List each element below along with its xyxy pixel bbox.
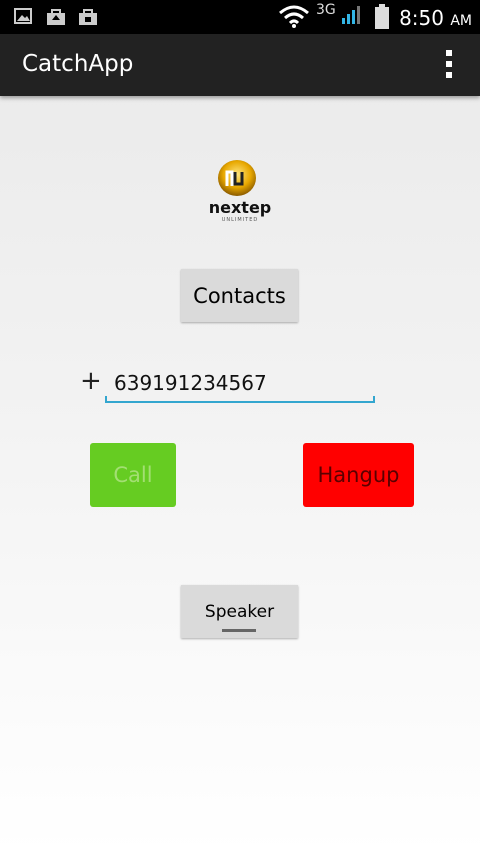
speaker-toggle-button[interactable]: Speaker xyxy=(181,585,298,638)
briefcase-icon xyxy=(79,9,97,25)
image-icon xyxy=(14,8,32,24)
app-title: CatchApp xyxy=(22,51,134,77)
speaker-toggle-indicator xyxy=(222,629,256,632)
hangup-button[interactable]: Hangup xyxy=(303,443,414,507)
network-type-label: 3G xyxy=(316,2,336,18)
logo-brand-text: nextep xyxy=(209,198,272,217)
overflow-menu-icon[interactable] xyxy=(444,50,454,80)
call-button[interactable]: Call xyxy=(90,443,176,507)
speaker-button-label: Speaker xyxy=(204,601,275,622)
status-time: 8:50 AM xyxy=(399,6,472,30)
logo-sub-text: UNLIMITED xyxy=(222,217,259,223)
country-prefix-label: + xyxy=(80,366,102,396)
briefcase-upload-icon xyxy=(47,9,65,25)
phone-number-input[interactable] xyxy=(108,368,382,398)
action-bar: CatchApp xyxy=(0,34,480,96)
phone-input-underline xyxy=(105,396,375,403)
status-bar: 3G 8:50 AM xyxy=(0,0,480,34)
contacts-button[interactable]: Contacts xyxy=(181,269,298,322)
battery-icon xyxy=(375,4,389,29)
signal-icon xyxy=(342,6,360,24)
wifi-icon xyxy=(279,5,309,28)
nextep-logo: nextep UNLIMITED xyxy=(209,160,272,223)
